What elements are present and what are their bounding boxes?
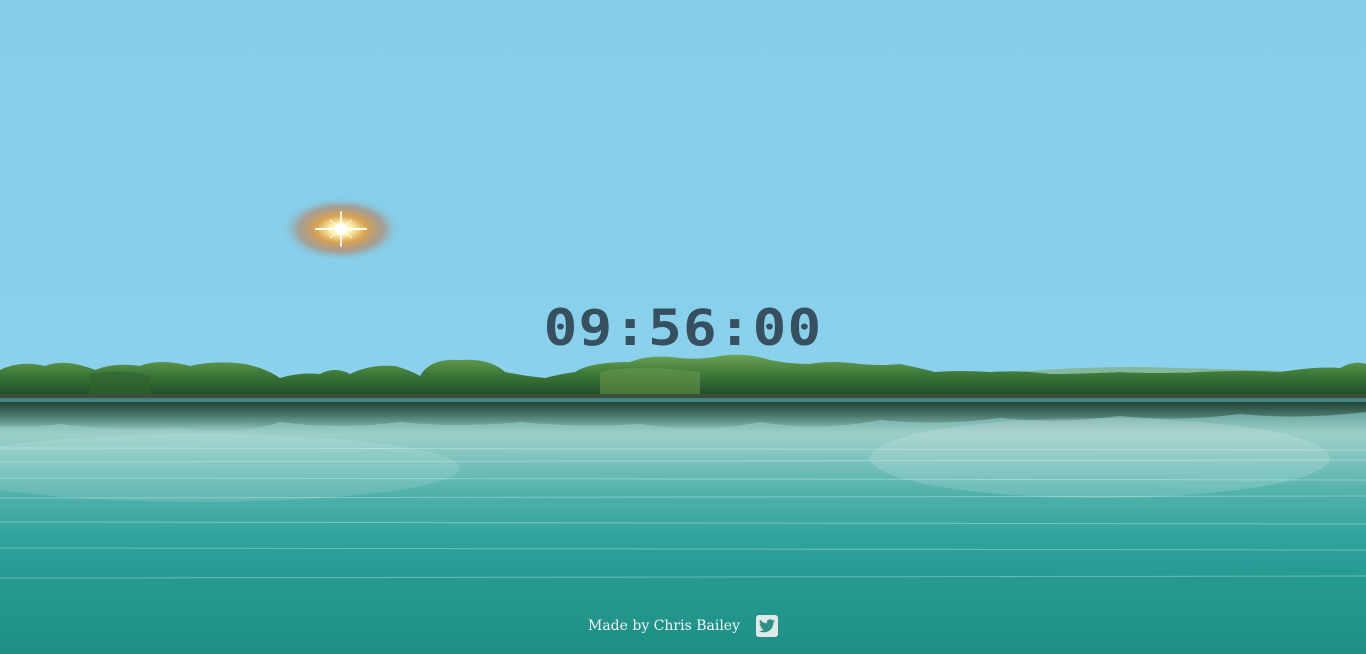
footer: Made by Chris Bailey <box>0 614 1366 638</box>
twitter-icon <box>759 619 776 633</box>
sun <box>280 196 402 262</box>
landscape-scene: 09:56:00 Made by Chris Bailey <box>0 0 1366 654</box>
clock-time: 09:56:00 <box>543 299 823 357</box>
author-credit: Made by Chris Bailey <box>587 618 741 634</box>
twitter-link[interactable] <box>756 615 779 637</box>
